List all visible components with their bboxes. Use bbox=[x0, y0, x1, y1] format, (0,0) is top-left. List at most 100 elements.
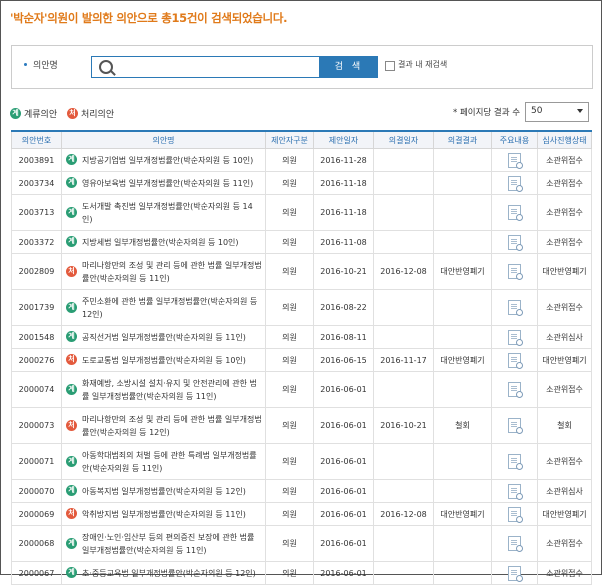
document-icon[interactable] bbox=[508, 418, 523, 434]
table-header-row: 의안번호 의안명 제안자구분 제안일자 의결일자 의결결과 주요내용 심사진행상… bbox=[11, 130, 592, 149]
status-badge-icon: 계 bbox=[66, 206, 77, 218]
summary-cell[interactable] bbox=[491, 253, 538, 290]
bill-name-link[interactable]: 악취방지법 일부개정법률안(박순자의원 등 11인) bbox=[82, 510, 246, 519]
summary-cell[interactable] bbox=[491, 171, 538, 195]
document-icon[interactable] bbox=[508, 152, 523, 169]
proposal-date: 2016-06-01 bbox=[313, 561, 374, 585]
col-header-bill-no[interactable]: 의안번호 bbox=[11, 130, 62, 149]
bill-name-link[interactable]: 아동복지법 일부개정법률안(박순자의원 등 12인) bbox=[82, 487, 246, 496]
document-icon[interactable] bbox=[508, 536, 523, 552]
summary-cell[interactable] bbox=[491, 348, 538, 372]
search-input[interactable] bbox=[118, 59, 317, 75]
bill-no: 2000067 bbox=[11, 561, 62, 585]
proposal-date: 2016-11-18 bbox=[313, 194, 374, 231]
document-icon[interactable] bbox=[508, 234, 523, 251]
status-badge-icon: 계 bbox=[66, 177, 77, 188]
proposer: 의원 bbox=[265, 171, 314, 195]
bill-name-link[interactable]: 도서개발 촉진법 일부개정법률안(박순자의원 등 14인) bbox=[82, 202, 253, 224]
recheck-checkbox[interactable] bbox=[385, 61, 395, 71]
per-page-label: * 페이지당 결과 수 bbox=[453, 108, 521, 118]
document-icon[interactable] bbox=[508, 329, 523, 346]
bill-name-cell[interactable]: 계 아동복지법 일부개정법률안(박순자의원 등 12인) bbox=[61, 479, 266, 503]
bill-name-cell[interactable]: 계 주민소환에 관한 법률 일부개정법률안(박순자의원 등 12인) bbox=[61, 289, 266, 326]
proposer: 의원 bbox=[265, 348, 314, 372]
col-header-summary[interactable]: 주요내용 bbox=[491, 130, 538, 149]
document-icon[interactable] bbox=[508, 300, 523, 316]
bill-name-link[interactable]: 초·중등교육법 일부개정법률안(박순자의원 등 12인) bbox=[82, 569, 256, 578]
decision-result: 대안반영폐기 bbox=[433, 253, 492, 290]
summary-cell[interactable] bbox=[491, 148, 538, 172]
bill-name-cell[interactable]: 계 지방세법 일부개정법률안(박순자의원 등 10인) bbox=[61, 230, 266, 254]
col-header-decision-date[interactable]: 의결일자 bbox=[373, 130, 434, 149]
status-badge-icon: 계 bbox=[66, 331, 77, 342]
per-page-select[interactable]: 50 bbox=[525, 102, 589, 122]
document-icon[interactable] bbox=[508, 483, 523, 500]
table-row: 2000073 처 마리나항만의 조성 및 관리 등에 관한 법률 일부개정법률안(… bbox=[11, 407, 592, 444]
review-stage: 소관위접수 bbox=[537, 443, 592, 480]
bill-name-link[interactable]: 공직선거법 일부개정법률안(박순자의원 등 11인) bbox=[82, 333, 246, 342]
bill-name-link[interactable]: 마리나항만의 조성 및 관리 등에 관한 법률 일부개정법률안(박순자의원 등 … bbox=[82, 261, 262, 283]
bill-name-cell[interactable]: 처 도로교통법 일부개정법률안(박순자의원 등 10인) bbox=[61, 348, 266, 372]
proposal-date: 2016-08-22 bbox=[313, 289, 374, 326]
bill-name-cell[interactable]: 처 악취방지법 일부개정법률안(박순자의원 등 11인) bbox=[61, 502, 266, 526]
bill-name-link[interactable]: 도로교통법 일부개정법률안(박순자의원 등 10인) bbox=[82, 356, 246, 365]
proposal-date: 2016-06-15 bbox=[313, 348, 374, 372]
document-icon[interactable] bbox=[508, 565, 523, 582]
bill-name-cell[interactable]: 처 마리나항만의 조성 및 관리 등에 관한 법률 일부개정법률안(박순자의원 등… bbox=[61, 253, 266, 290]
bill-name-link[interactable]: 장애인·노인·임산부 등의 편의증진 보장에 관한 법률 일부개정법률안(박순자… bbox=[82, 533, 254, 555]
bill-name-link[interactable]: 지방세법 일부개정법률안(박순자의원 등 10인) bbox=[82, 238, 239, 247]
search-button[interactable]: 검 색 bbox=[320, 56, 378, 78]
bill-name-cell[interactable]: 계 지방공기업법 일부개정법률안(박순자의원 등 10인) bbox=[61, 148, 266, 172]
document-icon[interactable] bbox=[508, 352, 523, 369]
summary-cell[interactable] bbox=[491, 407, 538, 444]
review-stage: 소관위접수 bbox=[537, 148, 592, 172]
summary-cell[interactable] bbox=[491, 443, 538, 480]
bill-name-link[interactable]: 지방공기업법 일부개정법률안(박순자의원 등 10인) bbox=[82, 156, 253, 165]
summary-cell[interactable] bbox=[491, 289, 538, 326]
result-headline: '박순자'의원이 발의한 의안으로 총15건이 검색되었습니다. bbox=[10, 10, 287, 26]
bill-name-link[interactable]: 화재예방, 소방시설 설치·유지 및 안전관리에 관한 법률 일부개정법률안(박… bbox=[82, 379, 257, 401]
decision-result bbox=[433, 230, 492, 254]
document-icon[interactable] bbox=[508, 175, 523, 192]
summary-cell[interactable] bbox=[491, 325, 538, 349]
proposer: 의원 bbox=[265, 525, 314, 562]
bill-name-link[interactable]: 주민소환에 관한 법률 일부개정법률안(박순자의원 등 12인) bbox=[82, 297, 257, 319]
document-icon[interactable] bbox=[508, 454, 523, 470]
col-header-review-stage[interactable]: 심사진행상태 bbox=[537, 130, 592, 149]
summary-cell[interactable] bbox=[491, 194, 538, 231]
bill-name-link[interactable]: 마리나항만의 조성 및 관리 등에 관한 법률 일부개정법률안(박순자의원 등 … bbox=[82, 415, 262, 437]
summary-cell[interactable] bbox=[491, 502, 538, 526]
status-badge-icon: 계 bbox=[66, 383, 77, 395]
col-header-decision-result[interactable]: 의결결과 bbox=[433, 130, 492, 149]
bill-name-cell[interactable]: 계 장애인·노인·임산부 등의 편의증진 보장에 관한 법률 일부개정법률안(박순… bbox=[61, 525, 266, 562]
col-header-bill-name[interactable]: 의안명 bbox=[61, 130, 266, 149]
document-icon[interactable] bbox=[508, 205, 523, 221]
summary-cell[interactable] bbox=[491, 561, 538, 585]
bill-name-cell[interactable]: 계 아동학대범죄의 처벌 등에 관한 특례법 일부개정법률안(박순자의원 등 11… bbox=[61, 443, 266, 480]
summary-cell[interactable] bbox=[491, 479, 538, 503]
bill-name-cell[interactable]: 처 마리나항만의 조성 및 관리 등에 관한 법률 일부개정법률안(박순자의원 등… bbox=[61, 407, 266, 444]
bill-name-link[interactable]: 영유아보육법 일부개정법률안(박순자의원 등 11인) bbox=[82, 179, 253, 188]
table-row: 2003713 계 도서개발 촉진법 일부개정법률안(박순자의원 등 14인) 의원 2… bbox=[11, 194, 592, 231]
bill-name-link[interactable]: 아동학대범죄의 처벌 등에 관한 특례법 일부개정법률안(박순자의원 등 11인… bbox=[82, 451, 257, 473]
bill-name-cell[interactable]: 계 영유아보육법 일부개정법률안(박순자의원 등 11인) bbox=[61, 171, 266, 195]
decision-date bbox=[373, 194, 434, 231]
decision-date bbox=[373, 525, 434, 562]
search-input-box[interactable] bbox=[91, 56, 320, 78]
document-icon[interactable] bbox=[508, 506, 523, 523]
document-icon[interactable] bbox=[508, 264, 523, 280]
col-header-proposal-date[interactable]: 제안일자 bbox=[313, 130, 374, 149]
bill-name-cell[interactable]: 계 도서개발 촉진법 일부개정법률안(박순자의원 등 14인) bbox=[61, 194, 266, 231]
summary-cell[interactable] bbox=[491, 371, 538, 408]
document-icon[interactable] bbox=[508, 382, 523, 398]
proposal-date: 2016-06-01 bbox=[313, 443, 374, 480]
summary-cell[interactable] bbox=[491, 525, 538, 562]
legend-pending-label: 계류의안 bbox=[24, 110, 58, 120]
bill-name-cell[interactable]: 계 화재예방, 소방시설 설치·유지 및 안전관리에 관한 법률 일부개정법률안(… bbox=[61, 371, 266, 408]
bill-no: 2002809 bbox=[11, 253, 62, 290]
summary-cell[interactable] bbox=[491, 230, 538, 254]
col-header-proposer[interactable]: 제안자구분 bbox=[265, 130, 314, 149]
bill-name-cell[interactable]: 계 초·중등교육법 일부개정법률안(박순자의원 등 12인) bbox=[61, 561, 266, 585]
review-stage: 소관위접수 bbox=[537, 561, 592, 585]
bill-name-cell[interactable]: 계 공직선거법 일부개정법률안(박순자의원 등 11인) bbox=[61, 325, 266, 349]
